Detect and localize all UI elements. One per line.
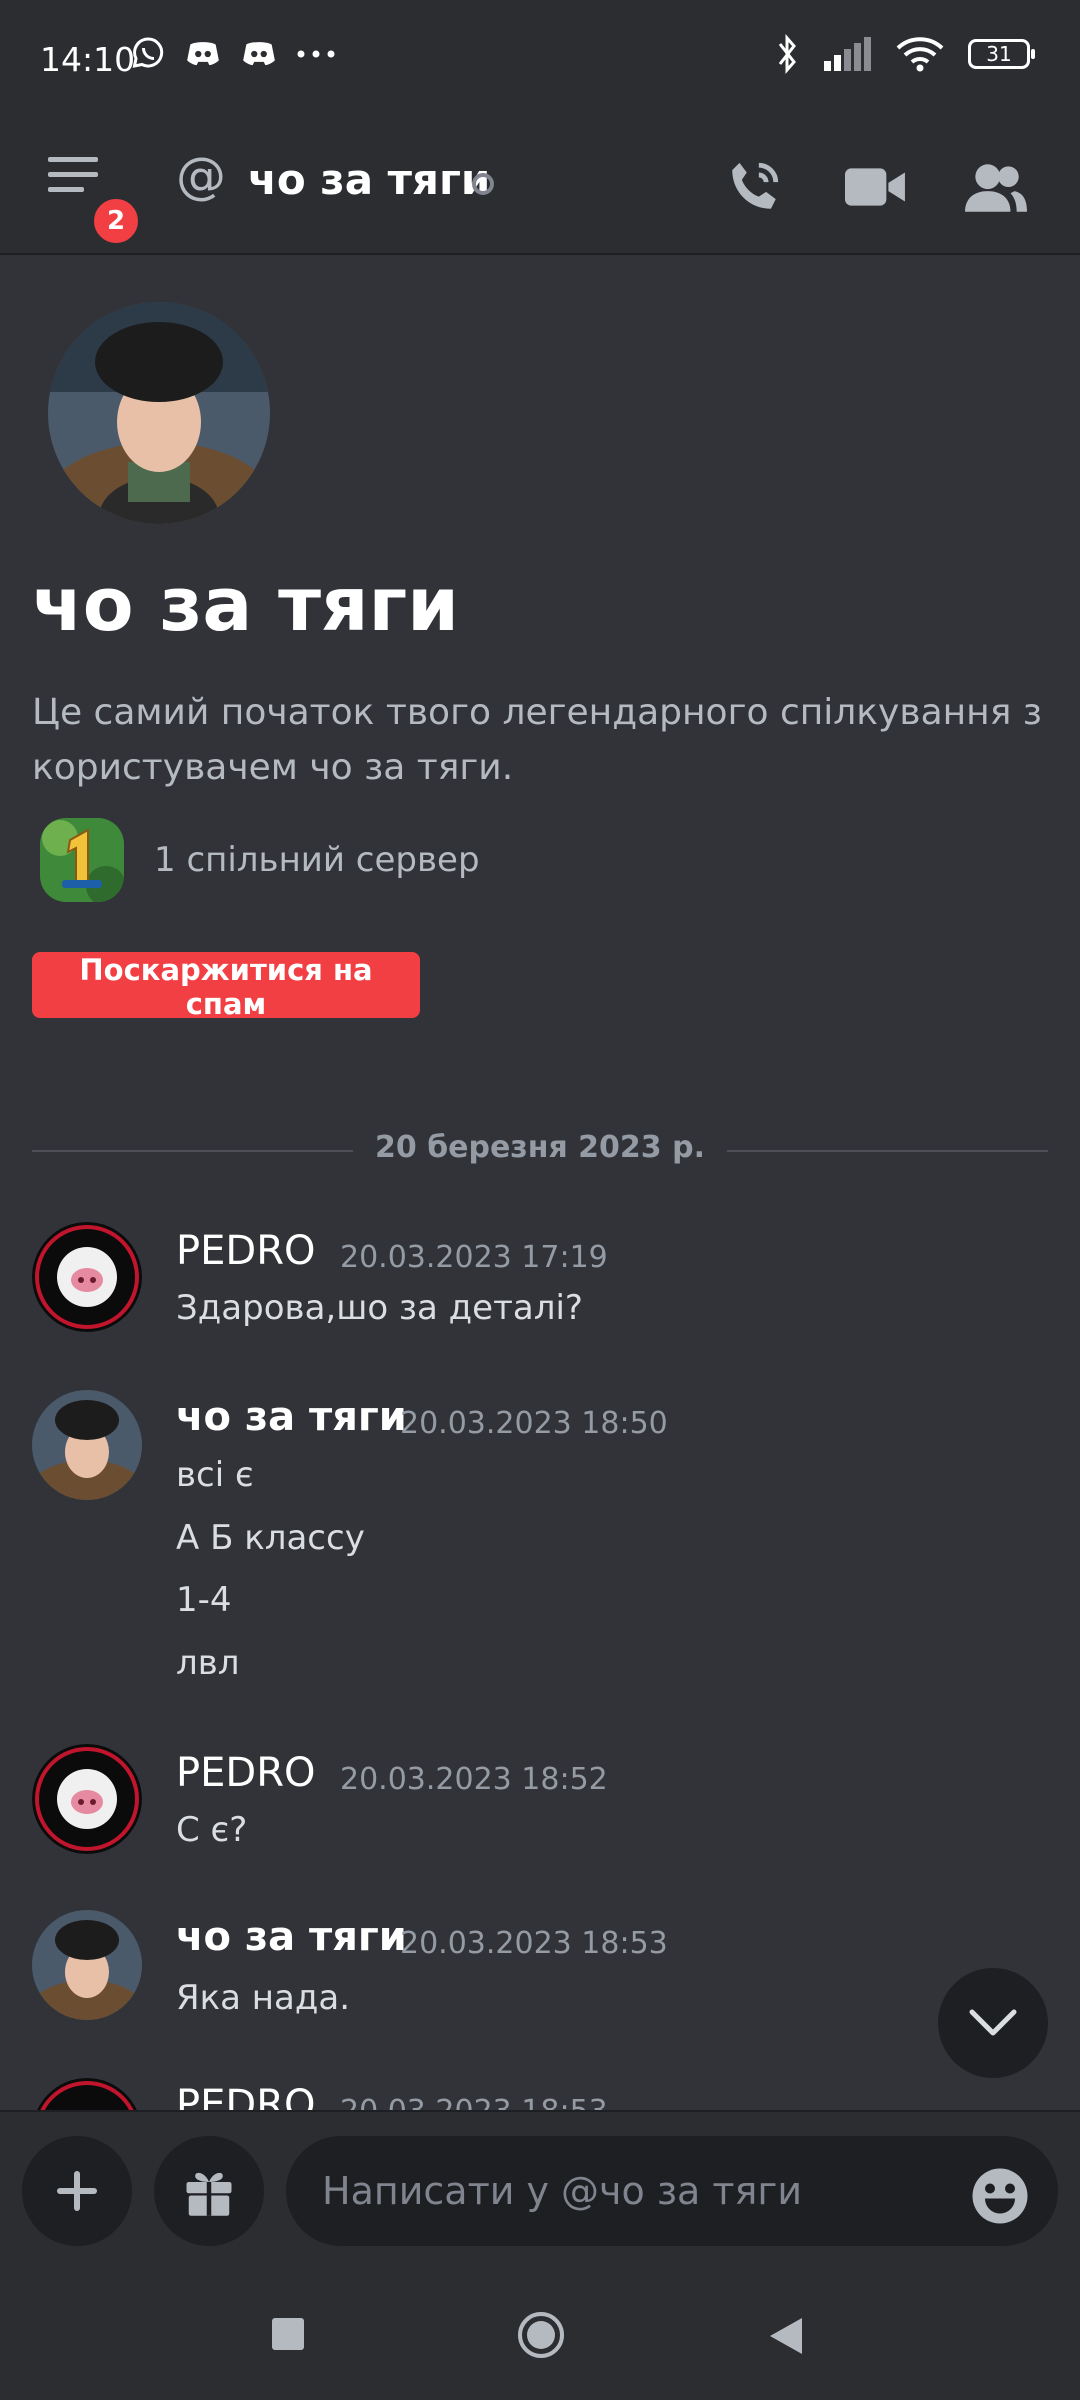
- message-author[interactable]: чо за тяги: [176, 1914, 407, 1960]
- members-button[interactable]: [956, 147, 1036, 227]
- video-camera-icon: [845, 168, 905, 206]
- mutual-server-icon[interactable]: [40, 818, 124, 902]
- status-time: 14:10: [40, 40, 136, 79]
- status-notifications: [130, 36, 336, 72]
- header-title[interactable]: чо за тяги: [248, 155, 490, 204]
- voice-call-button[interactable]: [714, 147, 794, 227]
- discord-icon-2: [243, 42, 275, 66]
- emoji-icon[interactable]: [970, 2166, 1030, 2226]
- bluetooth-icon: [778, 34, 796, 74]
- recents-icon[interactable]: [270, 2316, 306, 2352]
- at-icon: @: [176, 147, 226, 205]
- message-author[interactable]: чо за тяги: [176, 1394, 407, 1440]
- profile-name: чо за тяги: [32, 562, 460, 648]
- date-divider: 20 березня 2023 р.: [32, 1130, 1048, 1165]
- pedro-avatar[interactable]: [32, 2078, 142, 2110]
- add-attachment-button[interactable]: [22, 2136, 132, 2246]
- members-icon: [965, 164, 1027, 212]
- profile-avatar[interactable]: [48, 302, 270, 524]
- message-text: лвл: [176, 1643, 240, 1683]
- system-navigation-bar: [0, 2280, 1080, 2400]
- message-timestamp: 20.03.2023 18:52: [340, 1762, 608, 1797]
- message-author[interactable]: PEDRO: [176, 2082, 315, 2110]
- status-bar: 14:10 31: [0, 0, 1080, 125]
- offline-status-icon: [472, 173, 494, 195]
- notification-badge: 2: [90, 195, 142, 247]
- date-divider-label: 20 березня 2023 р.: [353, 1130, 727, 1165]
- mutual-servers-link[interactable]: 1 спільний сервер: [154, 840, 480, 880]
- wifi-icon: [896, 37, 944, 72]
- battery-indicator: 31: [968, 39, 1035, 69]
- discord-icon: [187, 42, 219, 66]
- pedro-avatar[interactable]: [32, 1222, 142, 1332]
- message-composer: [0, 2110, 1080, 2280]
- message-text: Яка нада.: [176, 1978, 351, 2018]
- back-icon[interactable]: [768, 2316, 804, 2356]
- message-text: Здарова,шо за деталі?: [176, 1288, 583, 1328]
- video-call-button[interactable]: [836, 147, 916, 227]
- message-timestamp: 20.03.2023 17:19: [340, 1240, 608, 1275]
- message-input[interactable]: [286, 2136, 1058, 2246]
- home-icon[interactable]: [516, 2310, 566, 2360]
- pedro-avatar[interactable]: [32, 1744, 142, 1854]
- message-timestamp: 20.03.2023 18:53: [400, 1926, 668, 1961]
- user-avatar[interactable]: [32, 1910, 142, 2020]
- message-text: А Б классу: [176, 1518, 365, 1558]
- channel-header: 2 @ чо за тяги: [0, 125, 1080, 255]
- plus-icon: [57, 2171, 97, 2211]
- menu-button[interactable]: 2: [48, 155, 142, 247]
- phone-call-icon: [732, 162, 779, 209]
- gift-button[interactable]: [154, 2136, 264, 2246]
- message-author[interactable]: PEDRO: [176, 1228, 315, 1274]
- clipped-message: PEDRO 20.03.2023 18:53: [0, 2070, 1080, 2110]
- message-text: 1-4: [176, 1580, 232, 1620]
- gift-icon: [186, 2172, 232, 2216]
- message-timestamp: 20.03.2023 18:50: [400, 1406, 668, 1441]
- message-text: всі є: [176, 1455, 254, 1495]
- scroll-to-bottom-button[interactable]: [938, 1968, 1048, 2078]
- message-timestamp: 20.03.2023 18:53: [340, 2094, 608, 2110]
- more-dots-icon: [297, 50, 335, 58]
- hamburger-icon: [48, 157, 98, 192]
- status-system-icons: 31: [776, 34, 1035, 74]
- report-spam-button[interactable]: Поскаржитися на спам: [32, 952, 420, 1021]
- intro-text: Це самий початок твого легендарного спіл…: [32, 692, 1042, 788]
- chevron-down-icon: [969, 2009, 1017, 2036]
- message-author[interactable]: PEDRO: [176, 1750, 315, 1796]
- signal-icon: [824, 37, 871, 71]
- message-text: С є?: [176, 1810, 248, 1850]
- viber-icon: [132, 37, 164, 68]
- user-avatar[interactable]: [32, 1390, 142, 1500]
